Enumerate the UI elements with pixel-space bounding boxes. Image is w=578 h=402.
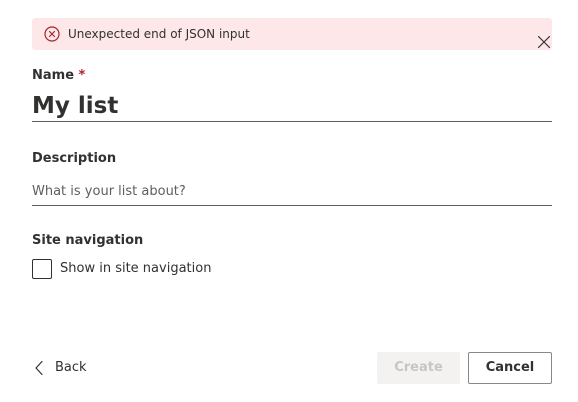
show-in-site-navigation-label: Show in site navigation [60, 261, 212, 276]
required-marker: * [78, 68, 86, 83]
error-message-bar: Unexpected end of JSON input [32, 18, 552, 50]
close-icon[interactable] [537, 35, 551, 49]
back-button[interactable]: Back [32, 358, 102, 378]
chevron-left-icon [35, 360, 43, 376]
cancel-button[interactable]: Cancel [468, 352, 552, 384]
name-input[interactable] [32, 90, 552, 122]
back-label: Back [55, 360, 87, 375]
description-input[interactable] [32, 177, 552, 206]
site-navigation-label: Site navigation [32, 233, 144, 248]
name-label: Name * [32, 68, 85, 84]
error-circle-icon [44, 26, 60, 42]
show-in-site-navigation-checkbox[interactable] [32, 259, 52, 279]
create-button[interactable]: Create [377, 352, 460, 384]
description-label: Description [32, 151, 117, 166]
error-message-text: Unexpected end of JSON input [68, 27, 250, 41]
name-label-text: Name [32, 68, 75, 83]
